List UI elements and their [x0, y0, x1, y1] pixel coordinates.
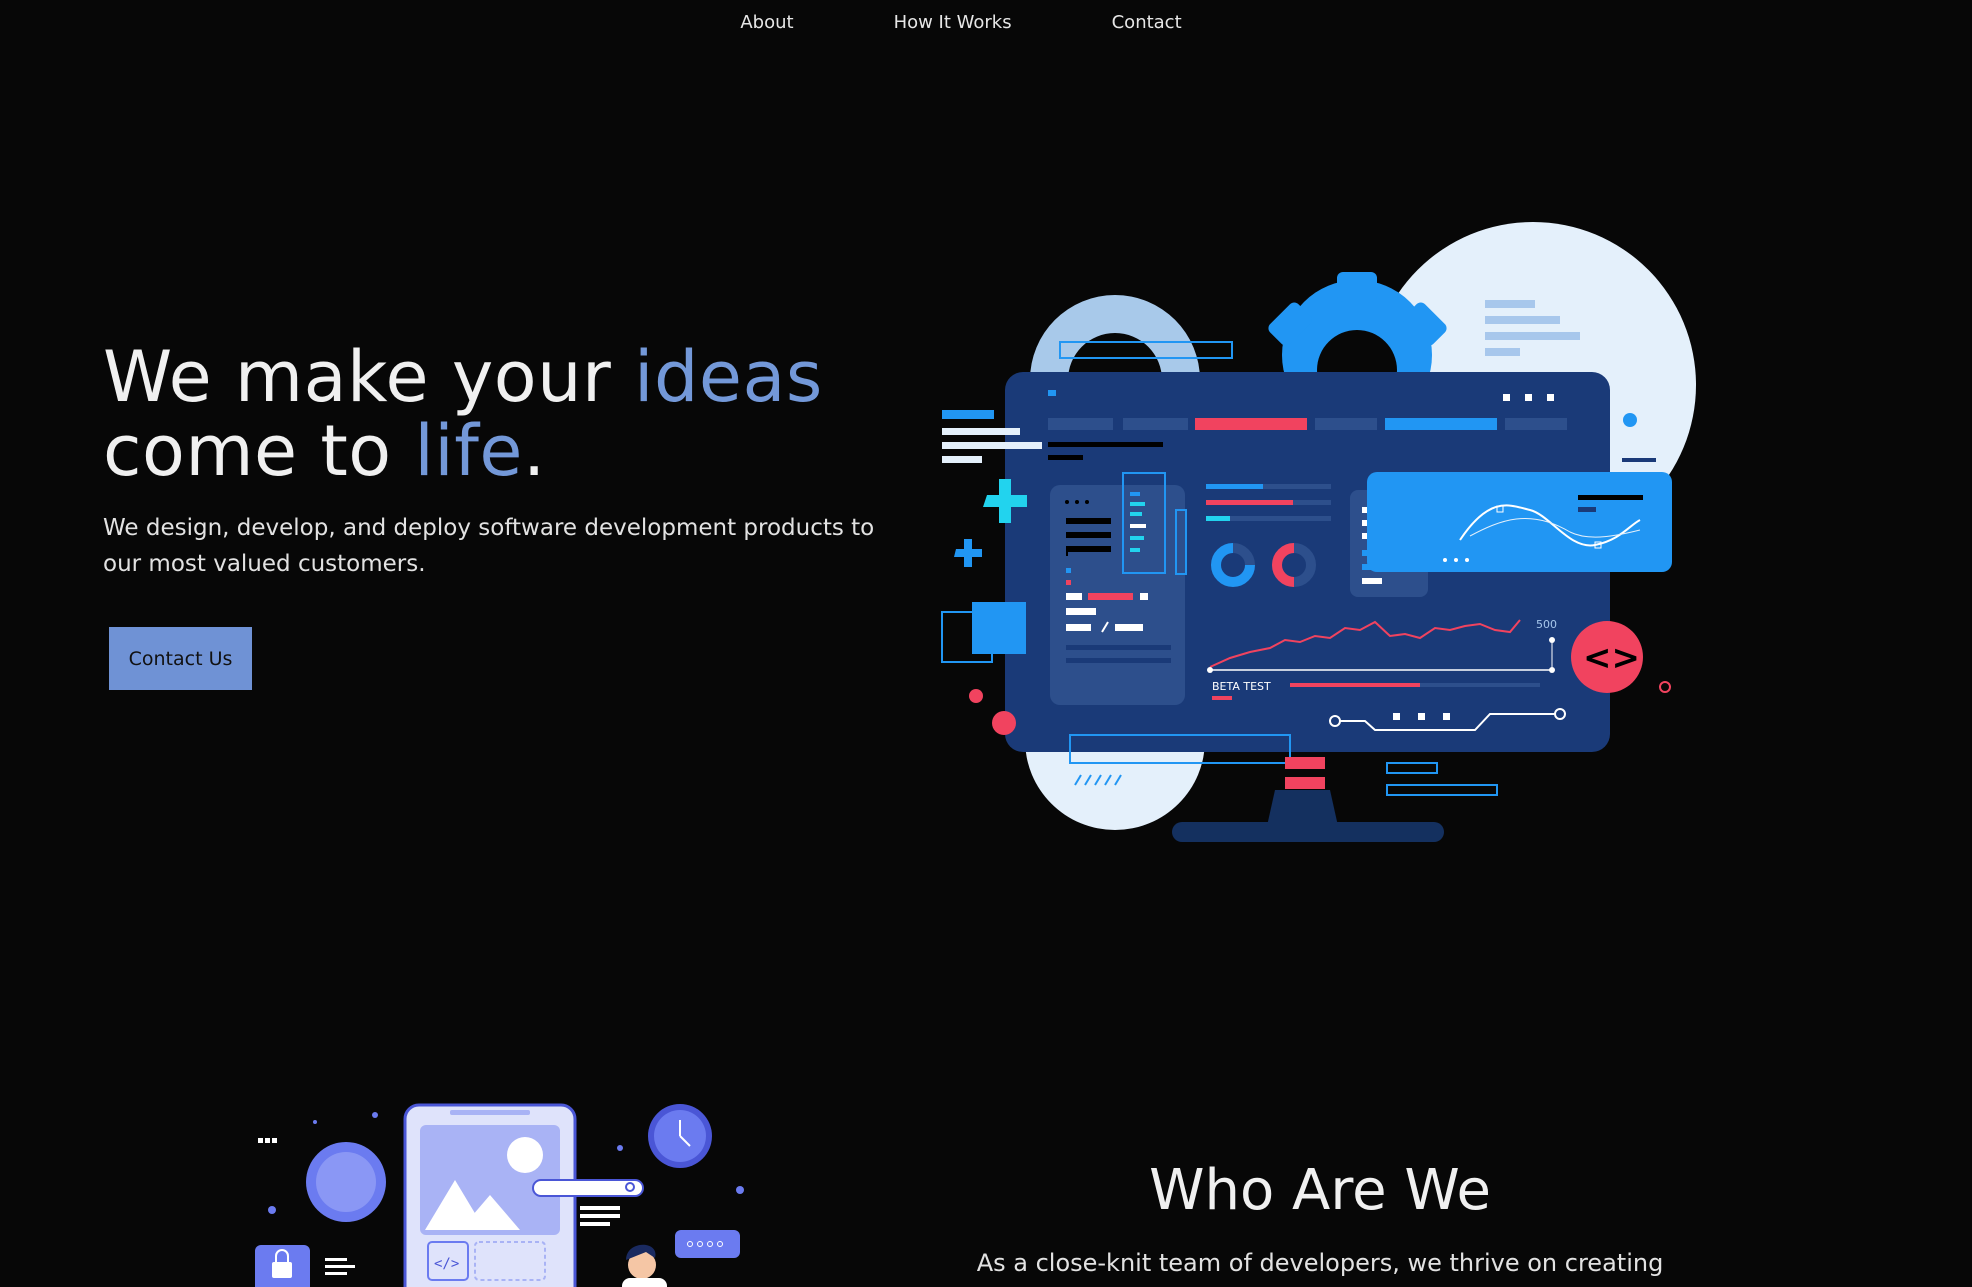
- hero-illustration: 500 BETA TEST <>: [941, 222, 1696, 842]
- who-are-we-title: Who Are We: [1149, 1158, 1491, 1223]
- hero-title-accent-life: life: [414, 410, 523, 492]
- lock-icon: [255, 1245, 310, 1287]
- clock-icon: [648, 1104, 712, 1168]
- who-illustration: </>: [255, 1103, 744, 1287]
- hero-subtitle: We design, develop, and deploy software …: [103, 515, 875, 577]
- hero-text: We make your ideas come to life. We desi…: [103, 340, 903, 582]
- hero-title-part2: come to: [103, 410, 415, 492]
- page: About How It Works Contact We make your …: [0, 0, 1972, 1287]
- decor-arch: [1030, 295, 1200, 380]
- chart-max-label: 500: [1536, 618, 1557, 631]
- contact-us-button[interactable]: Contact Us: [109, 627, 252, 690]
- svg-text:<>: <>: [1583, 638, 1640, 678]
- hero-title-period: .: [522, 410, 546, 492]
- gear-icon: [306, 1142, 386, 1222]
- nav-link-how-it-works[interactable]: How It Works: [894, 12, 1012, 33]
- beta-test-label: BETA TEST: [1212, 680, 1271, 693]
- who-are-we-description: As a close-knit team of developers, we t…: [976, 1249, 1664, 1277]
- nav-link-about[interactable]: About: [740, 12, 793, 33]
- plus-icon-small: [954, 539, 982, 567]
- hero-title: We make your ideas come to life.: [103, 340, 903, 488]
- popout-chart-card: [1367, 472, 1672, 572]
- top-nav: About How It Works Contact: [0, 12, 1972, 33]
- svg-text:</>: </>: [434, 1256, 459, 1272]
- hero-title-accent-ideas: ideas: [634, 336, 823, 418]
- nav-link-contact[interactable]: Contact: [1112, 12, 1182, 33]
- hero-title-part1: We make your: [103, 336, 635, 418]
